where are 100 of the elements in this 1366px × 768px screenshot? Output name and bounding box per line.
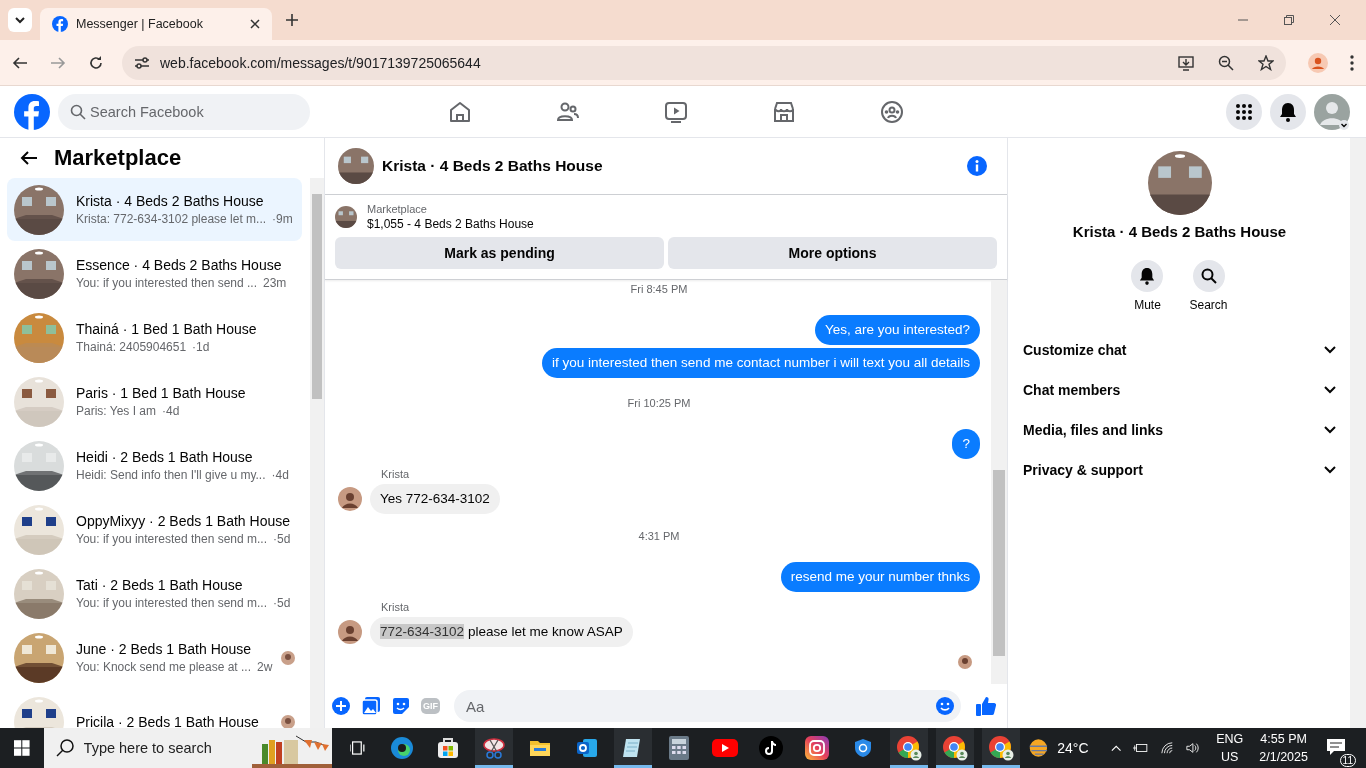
message-bubble[interactable]: if you interested then send me contact number i will text you all details bbox=[542, 348, 980, 378]
avatar-icon[interactable] bbox=[1314, 93, 1350, 130]
message-preview: You: if you interested then send m... bbox=[76, 596, 267, 610]
groups-icon[interactable] bbox=[880, 99, 904, 124]
calculator-icon bbox=[668, 736, 689, 760]
taskbar-app[interactable] bbox=[890, 728, 929, 768]
action-button[interactable]: More options bbox=[668, 237, 997, 269]
edge-icon bbox=[390, 736, 415, 760]
home-icon[interactable] bbox=[448, 99, 472, 124]
new-tab-icon[interactable] bbox=[286, 14, 298, 26]
start-icon[interactable] bbox=[14, 739, 30, 757]
scrollbar[interactable] bbox=[1350, 138, 1366, 728]
message-time: ·9m bbox=[272, 212, 293, 226]
conversation-item[interactable]: Heidi · 2 Beds 1 Bath House Heidi: Send info then I'll give u my... ·4d bbox=[7, 434, 302, 497]
wifi-icon[interactable] bbox=[1160, 741, 1175, 755]
section-header[interactable]: Media, files and links bbox=[1023, 410, 1336, 450]
conversation-item[interactable]: Krista · 4 Beds 2 Baths House Krista: 772-634-3102 please let m... ·9m bbox=[7, 178, 302, 241]
section-header[interactable]: Privacy & support bbox=[1023, 450, 1336, 490]
store-icon bbox=[436, 736, 461, 760]
browser-tab[interactable]: Messenger | Facebook bbox=[40, 8, 272, 40]
conversation-item[interactable]: Essence · 4 Beds 2 Baths House You: if you interested then send ... 23m bbox=[7, 242, 302, 305]
sender-name: Krista bbox=[381, 601, 411, 613]
conversation-item[interactable]: June · 2 Beds 1 Bath House You: Knock send me please at ... 2w bbox=[7, 626, 302, 689]
notifications-button[interactable] bbox=[1270, 93, 1306, 130]
clock[interactable]: 4:55 PM 2/1/2025 bbox=[1259, 730, 1308, 766]
search-icon bbox=[70, 103, 86, 120]
install-icon[interactable] bbox=[1178, 54, 1194, 71]
message-bubble[interactable]: 772-634-3102 please let me know ASAP bbox=[370, 617, 633, 647]
timestamp: Fri 8:45 PM bbox=[630, 283, 688, 295]
emoji-icon[interactable] bbox=[935, 696, 955, 716]
message-bubble[interactable]: Yes 772-634-3102 bbox=[370, 484, 500, 514]
mail-icon bbox=[574, 736, 599, 760]
section-header[interactable]: Chat members bbox=[1023, 370, 1336, 410]
sidebar-title: Marketplace bbox=[54, 145, 182, 171]
conversation-title: OppyMixyy · 2 Beds 1 Bath House bbox=[76, 513, 291, 529]
listing-title[interactable]: $1,055 - 4 Beds 2 Baths House bbox=[367, 217, 534, 231]
conversation-item[interactable]: OppyMixyy · 2 Beds 1 Bath House You: if you interested then send m... ·5d bbox=[7, 498, 302, 561]
caret-icon bbox=[14, 14, 26, 26]
conversation-item[interactable]: Thainá · 1 Bed 1 Bath House Thainá: 2405904651 ·1d bbox=[7, 306, 302, 369]
taskbar-app[interactable] bbox=[982, 728, 1021, 768]
chevron-up-icon[interactable] bbox=[1110, 744, 1121, 752]
back-icon[interactable] bbox=[20, 150, 38, 166]
message-bubble[interactable]: Yes, are you interested? bbox=[814, 315, 980, 345]
message-bubble[interactable]: resend me your number thnks bbox=[780, 562, 980, 592]
search-icon bbox=[55, 739, 74, 757]
back-icon[interactable] bbox=[12, 54, 28, 71]
logo-icon bbox=[52, 16, 68, 32]
scrollbar[interactable] bbox=[991, 280, 1007, 684]
site-info-icon[interactable] bbox=[134, 55, 150, 70]
tab-list-button[interactable] bbox=[8, 8, 32, 32]
notification-icon[interactable] bbox=[1326, 737, 1346, 756]
conversation-item[interactable]: Paris · 1 Bed 1 Bath House Paris: Yes I am ·4d bbox=[7, 370, 302, 433]
reload-icon[interactable] bbox=[88, 54, 104, 71]
thumbs-up-icon[interactable] bbox=[975, 695, 997, 717]
video-icon[interactable] bbox=[664, 99, 688, 124]
conversation-title: Paris · 1 Bed 1 Bath House bbox=[76, 385, 247, 401]
avatar-icon bbox=[338, 620, 362, 644]
section-header[interactable]: Customize chat bbox=[1023, 330, 1336, 370]
taskbar-app[interactable] bbox=[936, 728, 975, 768]
weather-temperature[interactable]: 24°C bbox=[1057, 740, 1089, 756]
action-button[interactable]: Mark as pending bbox=[335, 237, 664, 269]
scrollbar[interactable] bbox=[310, 178, 324, 728]
profile-icon[interactable] bbox=[1308, 52, 1328, 73]
play-icon bbox=[711, 739, 738, 757]
weather-icon[interactable] bbox=[1028, 736, 1050, 760]
language-indicator[interactable]: ENG US bbox=[1216, 730, 1244, 766]
logo-icon[interactable] bbox=[14, 93, 50, 130]
sticker-icon[interactable] bbox=[391, 696, 411, 716]
close-icon[interactable] bbox=[1330, 15, 1340, 25]
image-icon[interactable] bbox=[361, 696, 381, 716]
zoom-icon[interactable] bbox=[1218, 54, 1234, 71]
task-view-icon[interactable] bbox=[349, 740, 366, 756]
address-bar[interactable]: web.facebook.com/messages/t/9017139725065644 bbox=[122, 45, 1286, 80]
speaker-icon[interactable] bbox=[1186, 741, 1201, 755]
menu-button[interactable] bbox=[1226, 93, 1262, 130]
message-time: ·4d bbox=[162, 404, 180, 418]
message-bubble[interactable]: ? bbox=[952, 429, 980, 459]
timestamp: 4:31 PM bbox=[638, 530, 680, 542]
taskbar-app[interactable] bbox=[475, 728, 514, 768]
taskbar-app[interactable] bbox=[613, 728, 652, 768]
contact-name: Krista · 4 Beds 2 Baths House bbox=[1072, 223, 1287, 240]
restore-icon[interactable] bbox=[1284, 15, 1294, 25]
search-field[interactable]: Search Facebook bbox=[58, 93, 310, 130]
conversation-title: Heidi · 2 Beds 1 Bath House bbox=[76, 449, 254, 465]
close-icon[interactable] bbox=[250, 19, 260, 29]
conversation-item[interactable]: Tati · 2 Beds 1 Bath House You: if you interested then send m... ·5d bbox=[7, 562, 302, 625]
message-preview: Paris: Yes I am bbox=[76, 404, 157, 418]
chrome-icon bbox=[896, 735, 923, 761]
star-icon[interactable] bbox=[1258, 54, 1274, 71]
info-icon[interactable] bbox=[967, 156, 987, 176]
message-preview: You: if you interested then send m... bbox=[76, 532, 267, 546]
message-field[interactable]: Aa bbox=[454, 690, 961, 722]
menu-icon[interactable] bbox=[1350, 54, 1354, 71]
chrome-icon bbox=[988, 735, 1015, 761]
message-preview: Thainá: 2405904651 bbox=[76, 340, 187, 354]
sender-name: Krista bbox=[381, 468, 411, 480]
add-icon[interactable] bbox=[331, 696, 351, 716]
forward-icon[interactable] bbox=[50, 54, 66, 71]
battery-icon[interactable] bbox=[1132, 742, 1149, 754]
store-icon[interactable] bbox=[772, 99, 796, 124]
